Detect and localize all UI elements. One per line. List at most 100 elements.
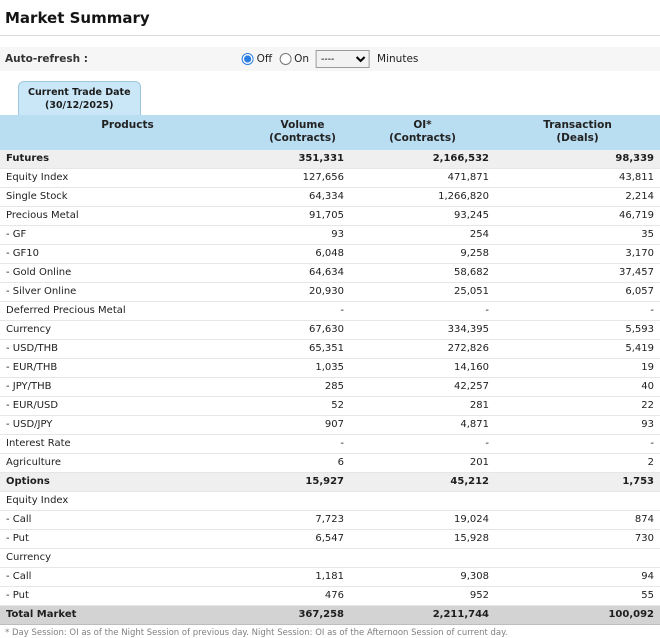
product-cell: - JPY/THB	[0, 377, 255, 397]
page-title: Market Summary	[5, 9, 150, 27]
table-row: - Silver Online 20,930 25,051 6,057	[0, 282, 660, 302]
table-row: - GF10 6,048 9,258 3,170	[0, 244, 660, 264]
value-cell: 22	[495, 396, 660, 416]
auto-refresh-off-radio[interactable]	[241, 53, 254, 65]
value-cell: 15,928	[350, 529, 495, 549]
table-row: Currency	[0, 548, 660, 568]
auto-refresh-label: Auto-refresh :	[5, 53, 88, 65]
col-header-products: Products	[0, 115, 255, 150]
value-cell: 14,160	[350, 358, 495, 378]
table-row: Futures 351,331 2,166,532 98,339	[0, 150, 660, 169]
table-row: Equity Index	[0, 491, 660, 511]
value-cell: 1,266,820	[350, 187, 495, 207]
table-row: - GF 93 254 35	[0, 225, 660, 245]
market-summary-page: Market Summary Auto-refresh : Off On ---…	[0, 0, 660, 638]
value-cell: 91,705	[255, 206, 350, 226]
header-sub: (Contracts)	[269, 132, 336, 144]
table-row: - Gold Online 64,634 58,682 37,457	[0, 263, 660, 283]
product-cell: Equity Index	[0, 491, 255, 511]
value-cell: 6,547	[255, 529, 350, 549]
value-cell: 93	[255, 225, 350, 245]
auto-refresh-on-radio[interactable]	[279, 53, 292, 65]
table-row: Agriculture 6 201 2	[0, 453, 660, 473]
product-cell: Currency	[0, 320, 255, 340]
minutes-select[interactable]: ----	[316, 50, 371, 68]
value-cell: 5,593	[495, 320, 660, 340]
value-cell: 19	[495, 358, 660, 378]
value-cell: 43,811	[495, 168, 660, 188]
value-cell: -	[255, 434, 350, 454]
value-cell: 2,214	[495, 187, 660, 207]
header-title: Transaction	[543, 119, 612, 131]
value-cell: 272,826	[350, 339, 495, 359]
value-cell: 98,339	[495, 150, 660, 169]
product-cell: - EUR/USD	[0, 396, 255, 416]
value-cell: 4,871	[350, 415, 495, 435]
title-divider	[0, 35, 660, 36]
product-cell: - Put	[0, 586, 255, 606]
value-cell: 42,257	[350, 377, 495, 397]
product-cell: Currency	[0, 548, 255, 568]
auto-refresh-off-option[interactable]: Off	[241, 53, 273, 65]
table-row: Total Market 367,258 2,211,744 100,092	[0, 605, 660, 625]
tab-current-trade-date[interactable]: Current Trade Date (30/12/2025)	[18, 81, 141, 115]
value-cell: 6,048	[255, 244, 350, 264]
value-cell: 64,634	[255, 263, 350, 283]
table-row: - USD/THB 65,351 272,826 5,419	[0, 339, 660, 359]
value-cell: 52	[255, 396, 350, 416]
table-row: Interest Rate - - -	[0, 434, 660, 454]
product-cell: Futures	[0, 150, 255, 169]
table-row: Deferred Precious Metal - - -	[0, 301, 660, 321]
table-row: Currency 67,630 334,395 5,593	[0, 320, 660, 340]
value-cell: 5,419	[495, 339, 660, 359]
value-cell: 65,351	[255, 339, 350, 359]
tab-label-line1: Current Trade Date	[28, 87, 131, 98]
value-cell: 367,258	[255, 605, 350, 625]
value-cell	[255, 548, 350, 568]
header-title: OI*	[413, 119, 432, 131]
value-cell: 46,719	[495, 206, 660, 226]
auto-refresh-on-label: On	[294, 53, 310, 65]
auto-refresh-on-option[interactable]: On	[279, 53, 309, 65]
value-cell: 64,334	[255, 187, 350, 207]
value-cell: 19,024	[350, 510, 495, 530]
value-cell	[495, 491, 660, 511]
header-sub: (Contracts)	[389, 132, 456, 144]
tab-label-line2: (30/12/2025)	[45, 100, 114, 111]
value-cell: 37,457	[495, 263, 660, 283]
auto-refresh-off-label: Off	[256, 53, 273, 65]
product-cell: - GF10	[0, 244, 255, 264]
value-cell: 9,258	[350, 244, 495, 264]
value-cell: 3,170	[495, 244, 660, 264]
value-cell: 93	[495, 415, 660, 435]
product-cell: - Gold Online	[0, 263, 255, 283]
value-cell	[495, 548, 660, 568]
value-cell: 40	[495, 377, 660, 397]
header-title: Volume	[280, 119, 325, 131]
value-cell: 334,395	[350, 320, 495, 340]
table-row: - Call 1,181 9,308 94	[0, 567, 660, 587]
value-cell: 6	[255, 453, 350, 473]
market-summary-table: Products Volume (Contracts) OI* (Contrac…	[0, 115, 660, 625]
product-cell: Single Stock	[0, 187, 255, 207]
product-cell: Interest Rate	[0, 434, 255, 454]
market-table-body: Futures 351,331 2,166,532 98,339 Equity Inde…	[0, 150, 660, 625]
table-header-row: Products Volume (Contracts) OI* (Contrac…	[0, 115, 660, 150]
header-sub	[2, 132, 253, 145]
value-cell: -	[350, 434, 495, 454]
value-cell: 1,181	[255, 567, 350, 587]
product-cell: Deferred Precious Metal	[0, 301, 255, 321]
value-cell: 20,930	[255, 282, 350, 302]
table-row: - EUR/THB 1,035 14,160 19	[0, 358, 660, 378]
value-cell: 45,212	[350, 472, 495, 492]
product-cell: Agriculture	[0, 453, 255, 473]
col-header-volume: Volume (Contracts)	[255, 115, 350, 150]
value-cell	[350, 548, 495, 568]
value-cell: 730	[495, 529, 660, 549]
product-cell: Equity Index	[0, 168, 255, 188]
product-cell: - USD/JPY	[0, 415, 255, 435]
product-cell: Precious Metal	[0, 206, 255, 226]
value-cell	[255, 491, 350, 511]
col-header-transaction: Transaction (Deals)	[495, 115, 660, 150]
value-cell: 100,092	[495, 605, 660, 625]
